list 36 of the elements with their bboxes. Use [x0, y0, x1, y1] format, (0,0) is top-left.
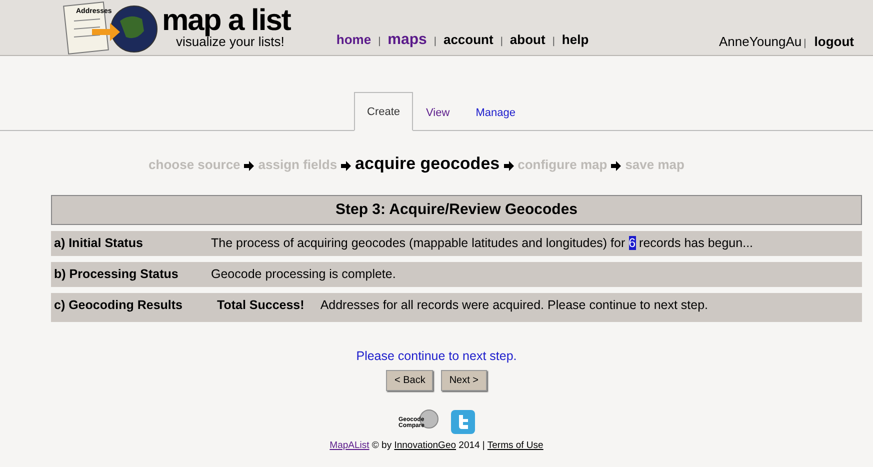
nav-link[interactable]: account: [443, 30, 494, 49]
nav-link[interactable]: home: [336, 30, 372, 49]
nav-link[interactable]: about: [510, 30, 546, 49]
nav-separator: |: [500, 34, 503, 48]
row-label: b) Processing Status: [54, 266, 180, 283]
row-label: a) Initial Status: [54, 235, 144, 252]
footer-text: MapAList © by InnovationGeo 2014 | Terms of Use: [330, 439, 544, 453]
logout-link[interactable]: logout: [814, 32, 854, 51]
step-label: assign fields: [258, 156, 338, 174]
step-label: acquire geocodes: [355, 153, 500, 175]
nav-separator: |: [552, 34, 555, 48]
step-label: save map: [625, 156, 684, 174]
nav-separator: |: [378, 34, 381, 48]
step-label: configure map: [518, 156, 608, 174]
tab[interactable]: View: [413, 92, 463, 130]
step-label: choose source: [148, 156, 240, 174]
back-button[interactable]: < Back: [386, 370, 434, 391]
tab[interactable]: Manage: [462, 92, 528, 130]
nav-separator: |: [804, 36, 806, 50]
site-link[interactable]: MapAList: [330, 440, 370, 451]
next-button[interactable]: Next >: [441, 370, 487, 391]
bird-icon[interactable]: [450, 410, 474, 434]
row-text: The process of acquiring geocodes (mappable latitudes and longitudes) for 6 records has begun...: [211, 235, 754, 252]
row-text: Geocode processing is complete.: [211, 266, 396, 283]
username: AnneYoungAu: [719, 32, 802, 51]
terms-link[interactable]: Terms of Use: [487, 440, 544, 451]
tab[interactable]: Create: [354, 92, 414, 131]
site-title: map a list: [162, 6, 290, 34]
continue-message: Please continue to next step.: [356, 348, 517, 366]
nav-link[interactable]: maps: [388, 28, 427, 51]
row-label: c) Geocoding Results: [54, 296, 184, 314]
company-link[interactable]: InnovationGeo: [394, 440, 456, 451]
nav-separator: |: [434, 34, 436, 48]
panel-title: Step 3: Acquire/Review Geocodes: [51, 194, 862, 225]
nav-link[interactable]: help: [562, 30, 589, 49]
row-text: Total Success! Addresses for all records were acquired. Please continue to next step.: [216, 296, 708, 314]
